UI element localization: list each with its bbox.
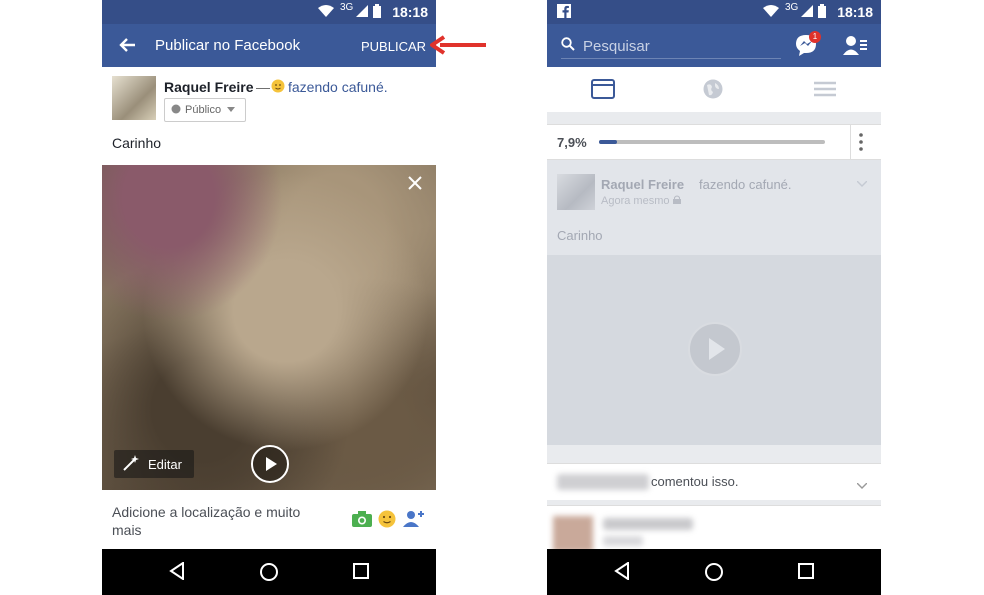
lock-icon (673, 195, 682, 207)
edit-button[interactable]: Editar (114, 450, 194, 478)
play-button (688, 322, 742, 376)
status-bar: 3G 18:18 (547, 0, 881, 24)
divider (850, 125, 851, 159)
post-time-label: Agora mesmo (601, 195, 670, 207)
add-location-prompt[interactable]: Adicione a localização e muito mais (112, 503, 327, 539)
nav-recents-icon[interactable] (798, 563, 814, 584)
post-caption: Carinho (557, 228, 603, 243)
privacy-selector[interactable]: Público (164, 98, 246, 122)
video-preview[interactable]: Editar (102, 165, 436, 490)
tab-bar (547, 67, 881, 118)
page-title: Publicar no Facebook (155, 37, 301, 54)
close-icon[interactable] (408, 173, 422, 196)
feeling-text: fazendo cafuné. (699, 177, 792, 192)
back-arrow-icon[interactable] (118, 36, 136, 59)
annotation-arrow-icon (430, 35, 488, 60)
search-input[interactable]: Pesquisar (561, 34, 781, 59)
blurred-friend-name (557, 474, 649, 490)
blurred-meta (603, 536, 643, 546)
facebook-notification-icon (557, 4, 571, 23)
wifi-icon (763, 5, 779, 20)
globe-icon (171, 104, 181, 117)
post-time: Agora mesmo (601, 195, 682, 207)
feed-story-row[interactable] (547, 505, 881, 552)
author-name[interactable]: Raquel Freire (164, 79, 253, 95)
upload-progress-fill (599, 140, 617, 144)
clock: 18:18 (837, 4, 873, 20)
separator-dash: — (256, 79, 270, 95)
search-icon (561, 37, 575, 55)
upload-progress-bar (599, 140, 825, 144)
nav-home-icon[interactable] (704, 562, 724, 587)
nav-recents-icon[interactable] (353, 563, 369, 584)
avatar (557, 174, 595, 210)
magic-wand-icon (122, 454, 140, 475)
feeling-emoji-icon (271, 79, 285, 98)
chevron-down-icon (856, 174, 868, 192)
clock: 18:18 (392, 4, 428, 20)
search-placeholder: Pesquisar (583, 37, 650, 55)
chevron-down-icon[interactable] (856, 476, 868, 494)
network-type: 3G (785, 2, 799, 13)
pending-post: Raquel Freire fazendo cafuné. Agora mesm… (547, 160, 881, 445)
feeling-text[interactable]: fazendo cafuné. (288, 79, 388, 95)
upload-percent: 7,9% (557, 135, 587, 150)
more-options-icon[interactable] (859, 133, 863, 156)
status-bar: 3G 18:18 (102, 0, 436, 24)
system-nav-bar (102, 549, 436, 595)
friend-requests-icon[interactable] (843, 35, 867, 60)
nav-home-icon[interactable] (259, 562, 279, 587)
privacy-label: Público (185, 104, 222, 116)
tag-people-icon[interactable] (403, 510, 425, 533)
post-caption[interactable]: Carinho (112, 135, 161, 151)
nav-back-icon[interactable] (169, 561, 185, 585)
battery-icon (373, 4, 381, 21)
nav-back-icon[interactable] (614, 561, 630, 585)
blurred-name (603, 518, 693, 530)
battery-icon (818, 4, 826, 21)
blurred-avatar (553, 516, 593, 552)
publish-screen: 3G 18:18 Publicar no Facebook PUBLICAR R… (102, 0, 436, 595)
wifi-icon (318, 5, 334, 20)
top-app-bar: Publicar no Facebook PUBLICAR (102, 24, 436, 67)
upload-progress-row: 7,9% (547, 124, 881, 160)
camera-icon[interactable] (352, 511, 372, 532)
top-app-bar: Pesquisar 1 (547, 24, 881, 67)
feed-screen: 3G 18:18 Pesquisar 1 7,9% Raquel Freire … (547, 0, 881, 595)
system-nav-bar (547, 549, 881, 595)
chevron-down-icon (227, 104, 236, 116)
signal-icon (356, 5, 368, 20)
edit-label: Editar (148, 456, 182, 472)
publish-button[interactable]: PUBLICAR (361, 39, 426, 54)
feeling-icon[interactable] (378, 510, 396, 533)
activity-row[interactable]: comentou isso. (547, 463, 881, 500)
signal-icon (801, 5, 813, 20)
network-type: 3G (340, 2, 354, 13)
globe-tab-icon[interactable] (703, 79, 723, 104)
news-feed-tab-icon[interactable] (591, 79, 615, 104)
messenger-badge: 1 (809, 31, 821, 43)
menu-tab-icon[interactable] (814, 81, 836, 102)
avatar (112, 76, 156, 120)
activity-text: comentou isso. (651, 474, 739, 489)
play-button[interactable] (251, 445, 289, 483)
author-name: Raquel Freire (601, 177, 685, 192)
